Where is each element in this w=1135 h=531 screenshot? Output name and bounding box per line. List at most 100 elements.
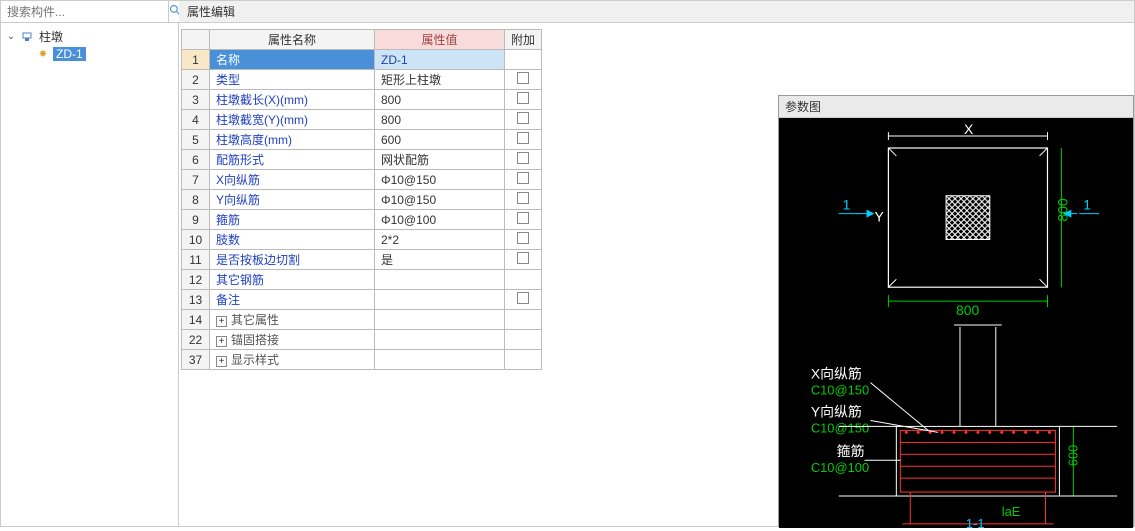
property-name: + 其它属性: [210, 310, 375, 330]
tree-node-root[interactable]: ⌄ 柱墩: [1, 27, 178, 46]
addon-cell[interactable]: [505, 150, 542, 170]
property-value[interactable]: Φ10@150: [375, 170, 505, 190]
property-name-text: 其它属性: [231, 313, 279, 327]
checkbox-icon[interactable]: [517, 152, 529, 164]
property-name: + 显示样式: [210, 350, 375, 370]
property-name: 柱墩截长(X)(mm): [210, 90, 375, 110]
table-row[interactable]: 6配筋形式网状配筋: [182, 150, 542, 170]
table-row[interactable]: 37+显示样式: [182, 350, 542, 370]
table-row[interactable]: 2类型矩形上柱墩: [182, 70, 542, 90]
diagram-title: 参数图: [779, 96, 1133, 118]
collapse-icon[interactable]: ⌄: [5, 31, 17, 42]
property-value[interactable]: ZD-1: [375, 50, 505, 70]
row-number: 22: [182, 330, 210, 350]
ybar-value: C10@150: [811, 420, 869, 435]
table-row[interactable]: 12其它钢筋: [182, 270, 542, 290]
table-row[interactable]: 8Y向纵筋Φ10@150: [182, 190, 542, 210]
search-input[interactable]: [1, 1, 168, 22]
expand-icon[interactable]: +: [216, 336, 227, 347]
property-value[interactable]: [375, 290, 505, 310]
addon-cell[interactable]: [505, 110, 542, 130]
property-value[interactable]: 2*2: [375, 230, 505, 250]
row-number: 7: [182, 170, 210, 190]
diagram-panel: 参数图: [778, 95, 1134, 527]
property-value[interactable]: 800: [375, 110, 505, 130]
property-value[interactable]: 是: [375, 250, 505, 270]
property-name: 其它钢筋: [210, 270, 375, 290]
addon-cell[interactable]: [505, 130, 542, 150]
property-value[interactable]: [375, 350, 505, 370]
property-value[interactable]: Φ10@100: [375, 210, 505, 230]
checkbox-icon[interactable]: [517, 112, 529, 124]
property-name: X向纵筋: [210, 170, 375, 190]
dim-height: 800: [1054, 198, 1070, 221]
table-row[interactable]: 13备注: [182, 290, 542, 310]
checkbox-icon[interactable]: [517, 192, 529, 204]
addon-cell[interactable]: [505, 70, 542, 90]
table-row[interactable]: 3柱墩截长(X)(mm)800: [182, 90, 542, 110]
addon-cell[interactable]: [505, 190, 542, 210]
property-value[interactable]: 600: [375, 130, 505, 150]
table-row[interactable]: 11是否按板边切割是: [182, 250, 542, 270]
table-row[interactable]: 22+锚固搭接: [182, 330, 542, 350]
expand-icon[interactable]: +: [216, 316, 227, 327]
property-name-text: X向纵筋: [216, 173, 260, 187]
addon-cell[interactable]: [505, 250, 542, 270]
property-name-text: 显示样式: [231, 353, 279, 367]
main-panel: 属性编辑 属性名称 属性值 附加 1名称ZD-12类型矩形上柱墩3柱墩截长(X)…: [179, 1, 1134, 526]
addon-cell[interactable]: [505, 270, 542, 290]
addon-cell[interactable]: [505, 90, 542, 110]
addon-cell[interactable]: [505, 230, 542, 250]
table-row[interactable]: 4柱墩截宽(Y)(mm)800: [182, 110, 542, 130]
property-value[interactable]: Φ10@150: [375, 190, 505, 210]
row-number: 6: [182, 150, 210, 170]
dim-x: X: [964, 121, 973, 137]
row-number: 5: [182, 130, 210, 150]
property-value[interactable]: 矩形上柱墩: [375, 70, 505, 90]
pier-icon: [20, 30, 34, 44]
tree-node-child[interactable]: ✸ ZD-1: [29, 46, 178, 62]
property-name: Y向纵筋: [210, 190, 375, 210]
property-name-text: 柱墩截长(X)(mm): [216, 93, 308, 107]
table-row[interactable]: 1名称ZD-1: [182, 50, 542, 70]
expand-icon[interactable]: +: [216, 356, 227, 367]
xbar-label: X向纵筋: [811, 366, 862, 382]
property-value[interactable]: [375, 330, 505, 350]
checkbox-icon[interactable]: [517, 252, 529, 264]
checkbox-icon[interactable]: [517, 92, 529, 104]
property-grid: 属性名称 属性值 附加 1名称ZD-12类型矩形上柱墩3柱墩截长(X)(mm)8…: [181, 29, 542, 370]
property-name: 柱墩高度(mm): [210, 130, 375, 150]
checkbox-icon[interactable]: [517, 292, 529, 304]
row-number: 11: [182, 250, 210, 270]
addon-cell[interactable]: [505, 170, 542, 190]
property-value[interactable]: [375, 270, 505, 290]
property-value[interactable]: 800: [375, 90, 505, 110]
addon-cell[interactable]: [505, 210, 542, 230]
dim-y: Y: [874, 209, 883, 225]
checkbox-icon[interactable]: [517, 72, 529, 84]
table-row[interactable]: 10肢数2*2: [182, 230, 542, 250]
addon-cell[interactable]: [505, 50, 542, 70]
table-row[interactable]: 14 + 其它属性: [182, 310, 542, 330]
property-value[interactable]: 网状配筋: [375, 150, 505, 170]
row-number: 14: [182, 310, 210, 330]
property-name: 配筋形式: [210, 150, 375, 170]
checkbox-icon[interactable]: [517, 172, 529, 184]
property-name: 是否按板边切割: [210, 250, 375, 270]
checkbox-icon[interactable]: [517, 212, 529, 224]
property-name-text: 名称: [216, 53, 240, 67]
table-row[interactable]: 5柱墩高度(mm)600: [182, 130, 542, 150]
addon-cell[interactable]: [505, 350, 542, 370]
checkbox-icon[interactable]: [517, 232, 529, 244]
checkbox-icon[interactable]: [517, 132, 529, 144]
table-row[interactable]: 9箍筋Φ10@100: [182, 210, 542, 230]
addon-cell[interactable]: [505, 330, 542, 350]
tree: ⌄ 柱墩 ✸ ZD-1: [1, 23, 178, 66]
diagram-canvas: X 800 Y 1 1: [779, 118, 1133, 528]
property-name: 备注: [210, 290, 375, 310]
property-value[interactable]: [375, 310, 505, 330]
property-name-text: 其它钢筋: [216, 273, 264, 287]
addon-cell[interactable]: [505, 290, 542, 310]
addon-cell[interactable]: [505, 310, 542, 330]
table-row[interactable]: 7 X向纵筋 Φ10@150: [182, 170, 542, 190]
